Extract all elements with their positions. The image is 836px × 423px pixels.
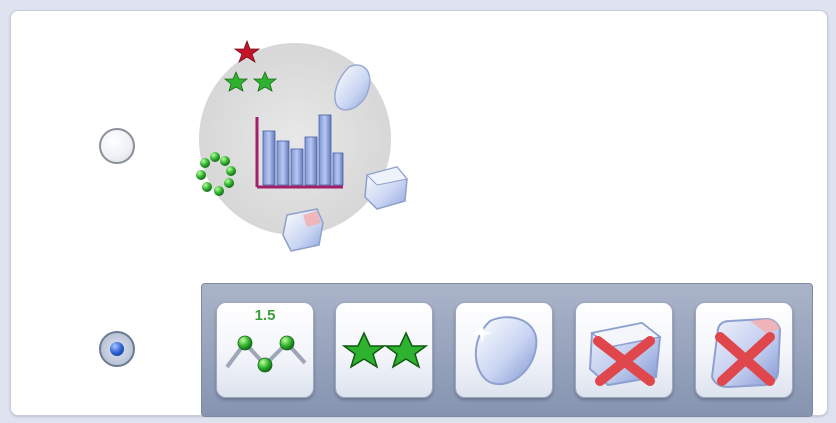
rounded-cube-delete-tool-button[interactable]	[695, 302, 793, 398]
green-stars-icon	[341, 331, 429, 369]
radio-option-toolbar[interactable]	[99, 331, 135, 367]
glass-cube-icon	[282, 208, 324, 252]
rounded-cube-with-red-x-icon	[710, 317, 782, 389]
glass-shape-tool-button[interactable]	[455, 302, 553, 398]
glass-shape-icon	[472, 316, 538, 386]
glass-cube-icon	[364, 166, 408, 210]
stars-tool-button[interactable]	[335, 302, 433, 398]
line-markers-tool-button[interactable]: 1.5	[216, 302, 314, 398]
radio-option-illustration[interactable]	[99, 128, 135, 164]
chart-illustration	[191, 39, 431, 259]
cube-delete-tool-button[interactable]	[575, 302, 673, 398]
line-with-markers-icon	[225, 335, 307, 373]
radio-selected-dot	[110, 342, 124, 356]
cube-with-red-x-icon	[588, 321, 662, 387]
shape-toolbar: 1.5	[201, 283, 813, 417]
options-panel: 1.5	[10, 10, 828, 417]
